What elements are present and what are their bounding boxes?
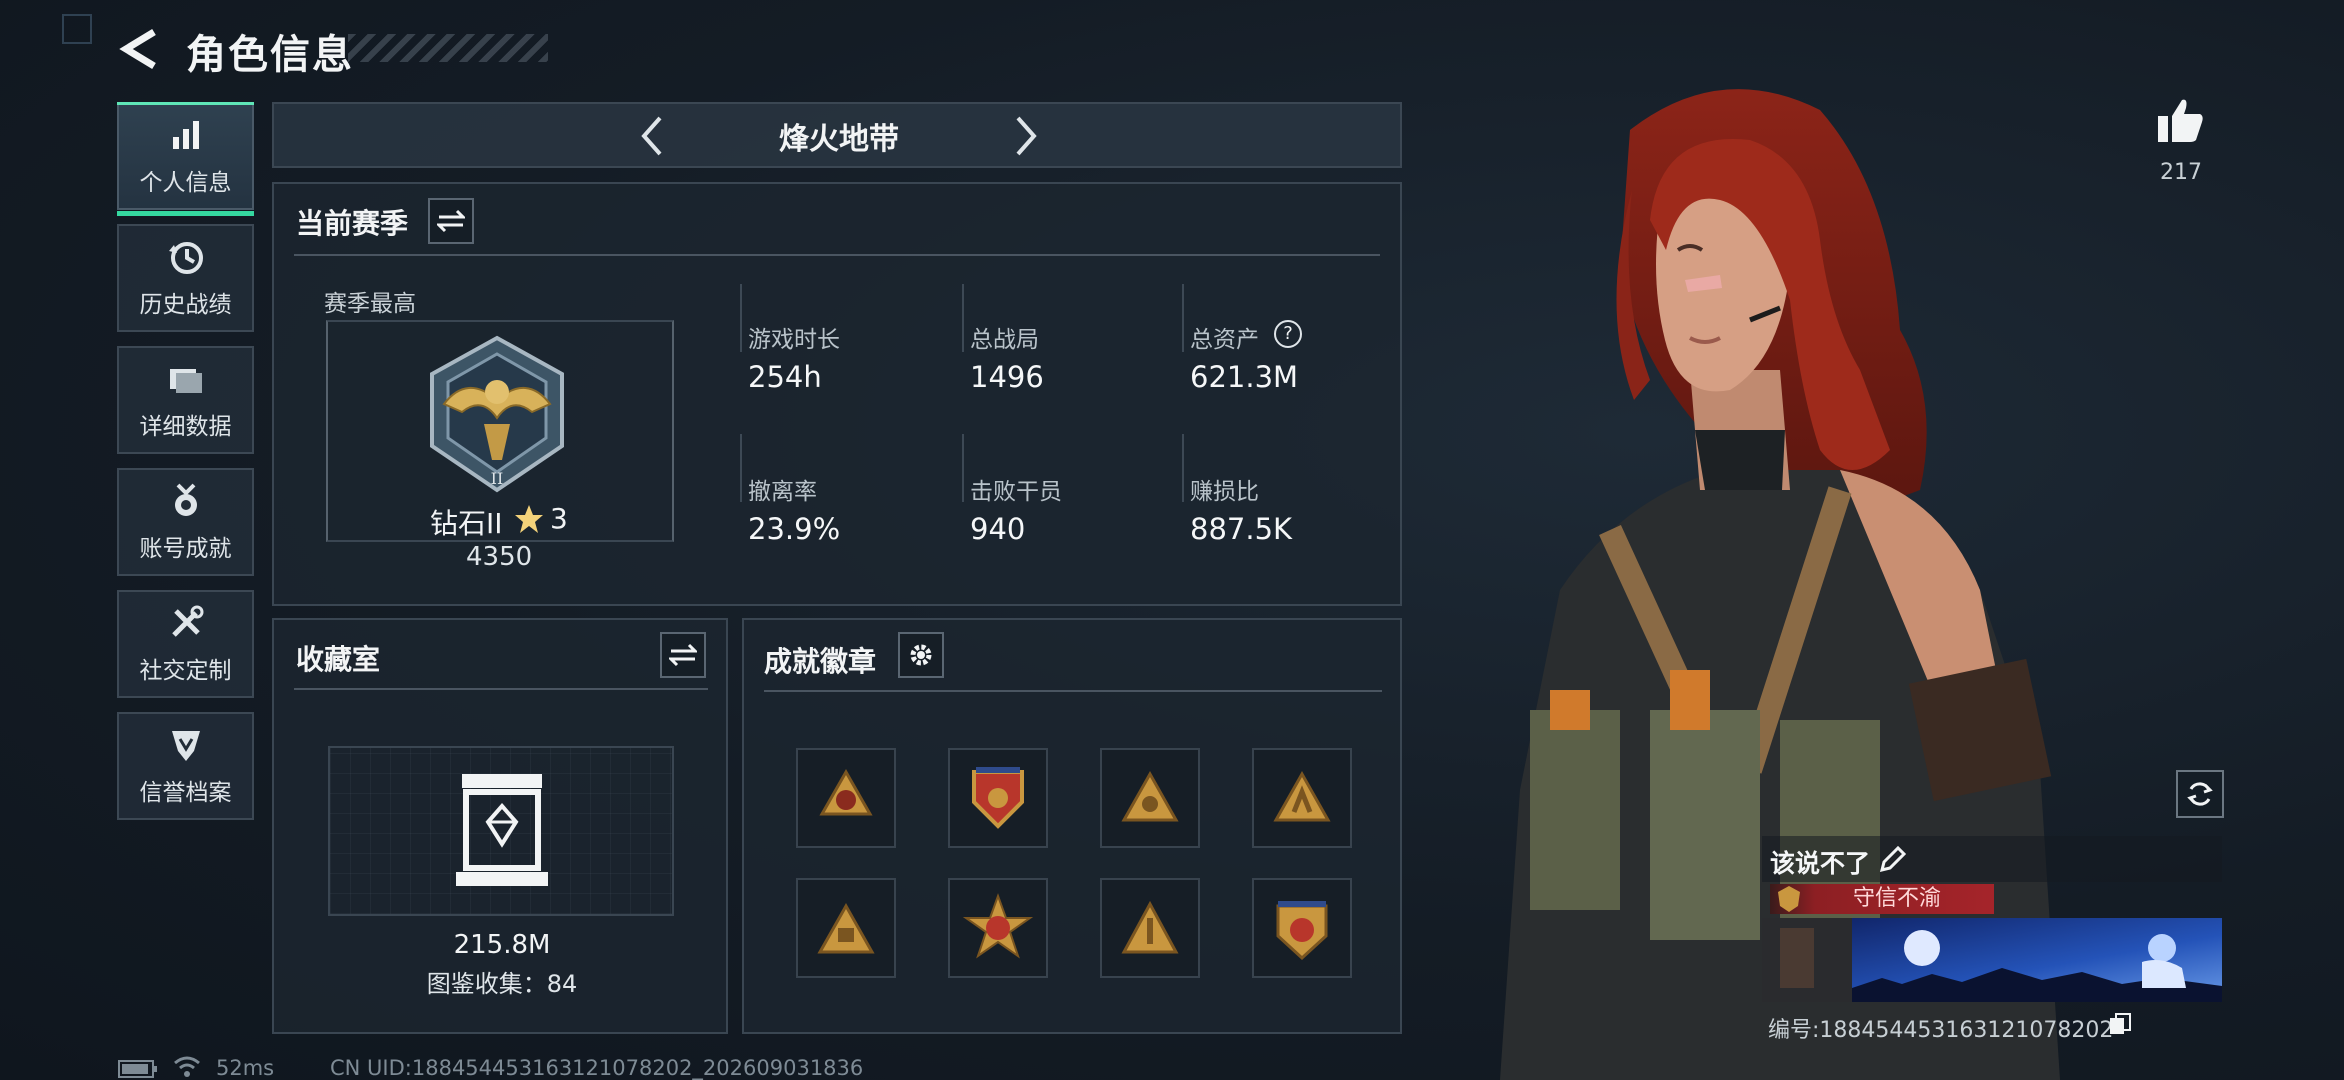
svg-text:II: II — [491, 469, 504, 488]
player-banner[interactable] — [1762, 918, 2222, 1002]
uid-text: CN UID:18845445316312107820​2_2026090318… — [330, 1056, 864, 1080]
wrench-screwdriver-icon — [171, 605, 203, 637]
season-best-label: 赛季最高 — [324, 291, 416, 317]
stat-value-matches: 1496 — [970, 360, 1044, 394]
section-title-season: 当前赛季 — [296, 207, 409, 240]
ping-text: 52ms — [216, 1056, 275, 1080]
achievement-badge[interactable] — [948, 748, 1048, 848]
assets-help-icon[interactable]: ? — [1274, 320, 1302, 348]
stat-label-profit-ratio: 赚损比 — [1190, 479, 1259, 505]
sidebar-item-account-achievements[interactable]: 账号成就 — [117, 468, 254, 576]
sidebar-item-history[interactable]: 历史战绩 — [117, 224, 254, 332]
title-stripes-decoration — [348, 34, 548, 62]
sidebar-item-label: 详细数据 — [139, 414, 232, 440]
rotate-model-button[interactable] — [2176, 770, 2224, 818]
rank-points: 4350 — [466, 542, 533, 572]
display-case-icon — [456, 774, 548, 886]
badge-2-icon — [972, 767, 1024, 829]
thumbs-up-icon[interactable] — [2156, 96, 2206, 144]
switch-collection-button[interactable] — [660, 632, 706, 678]
sidebar-item-label: 信誉档案 — [139, 780, 232, 806]
back-arrow-icon[interactable] — [116, 26, 160, 72]
sidebar-item-social-custom[interactable]: 社交定制 — [117, 590, 254, 698]
like-count: 217 — [2160, 160, 2202, 185]
achievement-badge[interactable] — [1252, 748, 1352, 848]
sidebar-item-label: 个人信息 — [139, 170, 232, 196]
achievement-badge[interactable] — [1100, 878, 1200, 978]
collection-value: 215.8M — [453, 930, 551, 960]
section-title-achievements: 成就徽章 — [764, 645, 877, 678]
clock-history-icon — [168, 242, 203, 274]
badge-8-icon — [1276, 901, 1328, 961]
swap-icon — [437, 209, 465, 233]
stat-label-kills: 击败干员 — [970, 479, 1062, 505]
sidebar-item-personal-info[interactable]: 个人信息 — [117, 102, 254, 216]
battery-icon — [118, 1060, 157, 1078]
achievement-badge[interactable] — [796, 748, 896, 848]
collection-panel: 收藏室 215.8M 图鉴收集：84 — [272, 618, 728, 1034]
stat-value-assets: 621.3M — [1190, 360, 1299, 394]
stat-value-kills: 940 — [970, 512, 1026, 546]
season-panel: 当前赛季 赛季最高 II 钻石II 3 4350 游戏时长 254h 总战局 1… — [272, 182, 1402, 606]
stat-value-playtime: 254h — [748, 360, 822, 394]
sidebar-item-label: 账号成就 — [139, 536, 232, 562]
section-title-collection: 收藏室 — [296, 643, 381, 676]
swap-icon — [669, 643, 697, 667]
bar-chart-icon — [172, 121, 199, 149]
mode-selector: 烽火地带 — [272, 102, 1402, 168]
achievement-badge[interactable] — [1100, 748, 1200, 848]
edit-pencil-icon[interactable] — [1878, 846, 1906, 874]
achievement-badge[interactable] — [796, 878, 896, 978]
achievement-badge[interactable] — [948, 878, 1048, 978]
corner-decoration — [62, 14, 92, 44]
shield-check-icon — [171, 731, 200, 761]
gear-icon — [910, 644, 932, 666]
stat-value-extract-rate: 23.9% — [748, 512, 841, 546]
badge-4-icon — [1273, 770, 1331, 822]
achievements-panel: 成就徽章 — [742, 618, 1402, 1034]
star-icon — [515, 505, 543, 533]
collection-count: 图鉴收集：84 — [426, 970, 578, 998]
badge-6-icon — [962, 893, 1034, 959]
player-id: 编号:18845445316312107820​2 — [1768, 1018, 2114, 1043]
diamond-rank-emblem-icon: II — [430, 335, 564, 493]
stat-label-extract-rate: 撤离率 — [748, 479, 817, 505]
badge-5-icon — [817, 902, 875, 954]
stat-value-profit-ratio: 887.5K — [1190, 512, 1293, 546]
switch-season-button[interactable] — [428, 198, 474, 244]
sidebar-item-label: 社交定制 — [139, 658, 232, 684]
rank-name: 钻石II — [430, 507, 503, 540]
medal-icon — [174, 483, 197, 516]
player-nickname: 该说不了 — [1770, 849, 1871, 878]
mode-title: 烽火地带 — [779, 122, 899, 157]
player-title-text: 守信不渝 — [1852, 886, 1941, 911]
page-title: 角色信息 — [186, 32, 354, 78]
badge-1-icon — [819, 768, 873, 816]
title-emblem-icon — [1778, 886, 1800, 912]
rank-stars: 3 — [550, 502, 568, 535]
sidebar-item-credit-profile[interactable]: 信誉档案 — [117, 712, 254, 820]
badge-7-icon — [1121, 900, 1179, 954]
sidebar-item-label: 历史战绩 — [139, 292, 232, 318]
sidebar-item-detailed-data[interactable]: 详细数据 — [117, 346, 254, 454]
refresh-icon — [2187, 782, 2213, 806]
stat-label-matches: 总战局 — [970, 327, 1039, 353]
badge-3-icon — [1121, 770, 1179, 822]
copy-icon[interactable] — [2108, 1012, 2132, 1036]
chevron-right-icon[interactable] — [1008, 112, 1044, 160]
folder-icon — [169, 369, 202, 393]
stat-label-assets: 总资产 — [1190, 327, 1259, 353]
stat-label-playtime: 游戏时长 — [748, 327, 840, 353]
achievement-badge[interactable] — [1252, 878, 1352, 978]
wifi-icon — [174, 1056, 200, 1077]
achievements-settings-button[interactable] — [898, 632, 944, 678]
